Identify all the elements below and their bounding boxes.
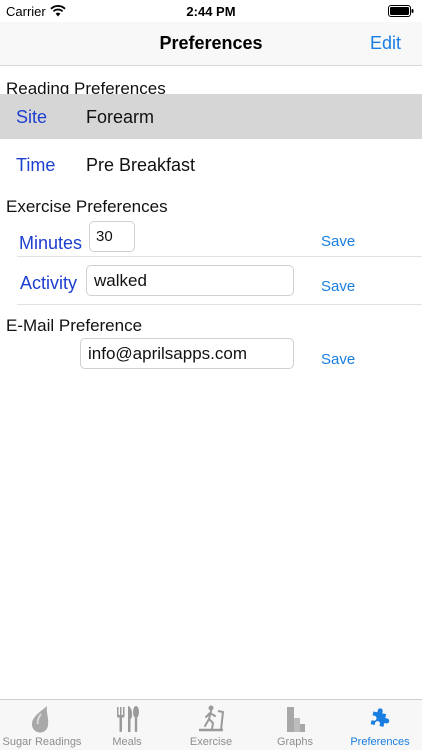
treadmill-icon: [199, 705, 225, 732]
activity-input[interactable]: [86, 265, 294, 296]
minutes-label: Minutes: [19, 233, 83, 253]
divider: [17, 304, 422, 305]
minutes-save-button[interactable]: Save: [321, 233, 355, 250]
email-preference-header: E-Mail Preference: [6, 316, 143, 335]
tab-label: Preferences: [350, 736, 410, 748]
tab-graphs[interactable]: Graphs: [253, 700, 337, 750]
drop-icon: [31, 706, 49, 733]
cutlery-icon: [117, 706, 139, 732]
activity-label: Activity: [20, 273, 78, 293]
site-label: Site: [16, 107, 48, 127]
tab-preferences[interactable]: Preferences: [338, 700, 422, 750]
tab-label: Graphs: [276, 736, 314, 748]
tab-label: Meals: [112, 736, 142, 748]
exercise-preferences-header: Exercise Preferences: [6, 197, 168, 216]
battery-icon: [388, 5, 414, 17]
divider: [17, 256, 422, 257]
time-value: Pre Breakfast: [86, 155, 196, 175]
email-save-button[interactable]: Save: [321, 351, 355, 368]
site-value: Forearm: [86, 107, 155, 127]
tab-meals[interactable]: Meals: [85, 700, 169, 750]
site-row[interactable]: Site Forearm: [0, 94, 422, 139]
tab-sugar-readings[interactable]: Sugar Readings: [0, 700, 84, 750]
puzzle-icon: [370, 708, 390, 727]
navigation-bar: Preferences Edit: [0, 22, 422, 66]
edit-button[interactable]: Edit: [370, 33, 401, 54]
minutes-input[interactable]: [89, 221, 135, 252]
bar-chart-icon: [287, 707, 305, 732]
tab-bar: Sugar Readings Meals Exercise Graphs Pre…: [0, 699, 422, 750]
page-title: Preferences: [159, 33, 263, 53]
email-input[interactable]: [80, 338, 294, 369]
time-row[interactable]: Time Pre Breakfast: [0, 141, 422, 186]
tab-label: Sugar Readings: [2, 736, 82, 748]
activity-save-button[interactable]: Save: [321, 278, 355, 295]
status-time: 2:44 PM: [186, 4, 236, 19]
tab-label: Exercise: [189, 736, 233, 748]
status-bar: Carrier 2:44 PM: [0, 0, 422, 22]
tab-exercise[interactable]: Exercise: [169, 700, 253, 750]
time-label: Time: [16, 155, 56, 175]
